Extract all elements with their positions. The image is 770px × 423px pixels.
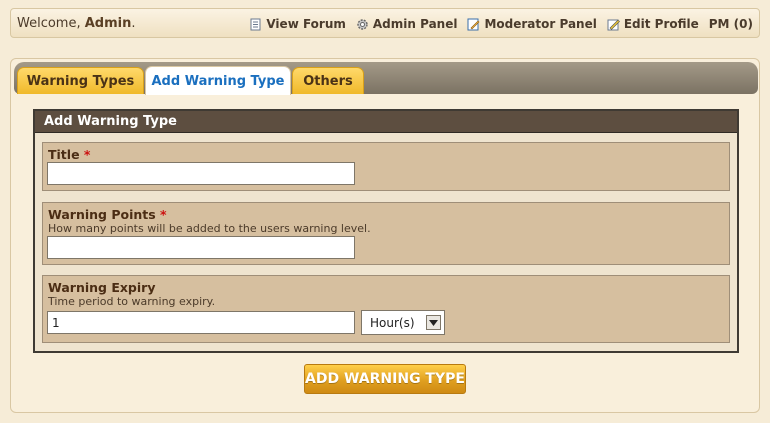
- required-mark: *: [160, 207, 167, 222]
- edit-profile-link[interactable]: Edit Profile: [607, 17, 699, 31]
- top-links: View Forum Admin Panel Moderator Panel E…: [249, 17, 753, 31]
- warning-expiry-field-row: Warning Expiry Time period to warning ex…: [42, 275, 730, 343]
- tab-warning-types[interactable]: Warning Types: [17, 67, 144, 94]
- tab-bar: Warning Types Add Warning Type Others: [14, 62, 758, 95]
- warning-points-field-row: Warning Points * How many points will be…: [42, 202, 730, 265]
- user-name: Admin: [84, 16, 132, 31]
- welcome-suffix: .: [131, 16, 136, 31]
- warning-expiry-label: Warning Expiry: [48, 280, 156, 295]
- title-input[interactable]: [47, 162, 355, 185]
- form-heading: Add Warning Type: [35, 111, 737, 133]
- view-forum-label: View Forum: [266, 17, 346, 31]
- private-messages-label: PM (0): [708, 17, 753, 31]
- view-forum-link[interactable]: View Forum: [249, 17, 346, 31]
- title-field-row: Title *: [42, 142, 730, 191]
- admin-panel-link[interactable]: Admin Panel: [356, 17, 458, 31]
- moderator-panel-link[interactable]: Moderator Panel: [467, 17, 597, 31]
- add-warning-type-form: Add Warning Type Title * Warning Points …: [33, 109, 739, 353]
- warning-expiry-input[interactable]: [47, 311, 355, 334]
- edit-profile-label: Edit Profile: [623, 17, 699, 31]
- welcome-message: Welcome, Admin.: [17, 16, 136, 31]
- welcome-prefix: Welcome,: [17, 16, 81, 31]
- tab-others[interactable]: Others: [292, 67, 364, 94]
- tab-others-label: Others: [303, 73, 353, 89]
- tab-add-warning-type-label: Add Warning Type: [151, 73, 285, 89]
- warning-points-description: How many points will be added to the use…: [48, 222, 371, 235]
- moderator-icon: [467, 18, 480, 31]
- edit-icon: [607, 18, 620, 31]
- warning-expiry-description: Time period to warning expiry.: [48, 295, 216, 308]
- admin-panel-label: Admin Panel: [372, 17, 458, 31]
- chevron-down-icon: [426, 315, 441, 330]
- expiry-unit-value: Hour(s): [370, 315, 415, 330]
- warning-points-label-text: Warning Points: [48, 207, 156, 222]
- tab-add-warning-type[interactable]: Add Warning Type: [145, 66, 291, 95]
- gear-icon: [356, 18, 369, 31]
- tab-warning-types-label: Warning Types: [26, 73, 135, 89]
- title-label-text: Title: [48, 147, 80, 162]
- main-panel: Warning Types Add Warning Type Others Ad…: [10, 58, 760, 413]
- warning-points-input[interactable]: [47, 236, 355, 259]
- warning-points-label: Warning Points *: [48, 207, 167, 222]
- required-mark: *: [83, 147, 91, 162]
- document-icon: [249, 18, 262, 31]
- top-bar: Welcome, Admin. View Forum Admin Panel M…: [10, 8, 760, 38]
- add-warning-type-button[interactable]: ADD WARNING TYPE: [304, 364, 466, 394]
- expiry-unit-select[interactable]: Hour(s): [361, 310, 445, 335]
- private-messages-link[interactable]: PM (0): [709, 17, 753, 31]
- moderator-panel-label: Moderator Panel: [484, 17, 597, 31]
- title-label: Title *: [48, 147, 90, 162]
